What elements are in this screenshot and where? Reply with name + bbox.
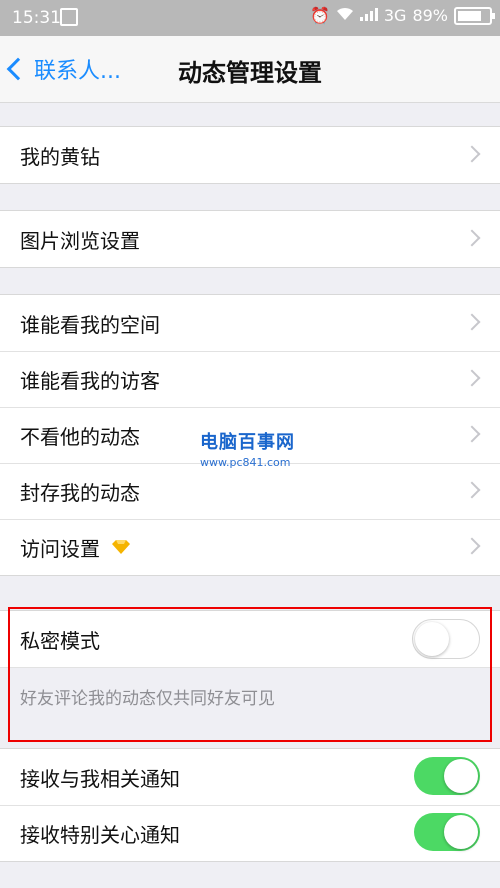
row-label: 接收与我相关通知 xyxy=(20,766,180,791)
watermark-url: www.pc841.com xyxy=(200,456,291,469)
status-right: ⏰ 3G 89% xyxy=(309,6,495,25)
row-label: 图片浏览设置 xyxy=(20,228,140,253)
nav-bar: 联系人... 动态管理设置 xyxy=(0,36,500,103)
group-image-settings: 图片浏览设置 xyxy=(0,210,500,268)
battery-percent: 89% xyxy=(412,6,448,25)
toggle-knob xyxy=(415,622,449,656)
chevron-right-icon xyxy=(463,481,481,499)
row-label: 不看他的动态 xyxy=(20,424,140,449)
row-my-yellow-diamond[interactable]: 我的黄钻 xyxy=(0,127,500,183)
screenshot-icon xyxy=(60,8,78,26)
toggle-knob xyxy=(444,759,478,793)
group-yellow-diamond: 我的黄钻 xyxy=(0,126,500,184)
special-care-notifications-toggle[interactable] xyxy=(414,813,480,851)
chevron-right-icon xyxy=(463,425,481,443)
watermark-title: 电脑百事网 xyxy=(200,432,295,453)
status-bar: 15:31 ⏰ 3G 89% xyxy=(0,0,500,36)
row-archive-my-feed[interactable]: 封存我的动态 xyxy=(0,463,500,519)
row-private-mode: 私密模式 xyxy=(0,611,500,667)
related-notifications-toggle[interactable] xyxy=(414,757,480,795)
chevron-right-icon xyxy=(463,145,481,163)
row-label: 接收特别关心通知 xyxy=(20,822,180,847)
row-access-settings[interactable]: 访问设置 xyxy=(0,519,500,575)
row-label: 谁能看我的空间 xyxy=(20,312,160,337)
wifi-icon xyxy=(336,6,354,25)
alarm-icon: ⏰ xyxy=(309,6,330,25)
watermark: 电脑百事网 www.pc841.com xyxy=(200,428,295,469)
signal-icon xyxy=(359,6,378,25)
yellow-diamond-icon xyxy=(112,540,130,554)
row-label: 私密模式 xyxy=(20,628,100,653)
row-label: 谁能看我的访客 xyxy=(20,368,160,393)
chevron-right-icon xyxy=(463,537,481,555)
battery-icon xyxy=(454,6,495,25)
row-special-care-notifications: 接收特别关心通知 xyxy=(0,805,500,861)
row-label: 访问设置 xyxy=(20,536,100,561)
row-label: 我的黄钻 xyxy=(20,144,100,169)
private-mode-toggle[interactable] xyxy=(412,619,480,659)
group-private-mode: 私密模式 好友评论我的动态仅共同好友可见 xyxy=(0,610,500,724)
row-related-notifications: 接收与我相关通知 xyxy=(0,749,500,805)
page-title: 动态管理设置 xyxy=(178,59,322,87)
chevron-right-icon xyxy=(463,369,481,387)
row-who-can-see-visitors[interactable]: 谁能看我的访客 xyxy=(0,351,500,407)
chevron-right-icon xyxy=(463,229,481,247)
private-mode-description: 好友评论我的动态仅共同好友可见 xyxy=(0,667,500,724)
toggle-knob xyxy=(444,815,478,849)
battery-fill xyxy=(458,10,481,21)
row-image-browse-settings[interactable]: 图片浏览设置 xyxy=(0,211,500,267)
group-notifications: 接收与我相关通知 接收特别关心通知 xyxy=(0,748,500,862)
network-type: 3G xyxy=(383,6,407,25)
chevron-right-icon xyxy=(463,313,481,331)
row-label: 封存我的动态 xyxy=(20,480,140,505)
row-who-can-see-space[interactable]: 谁能看我的空间 xyxy=(0,295,500,351)
status-time: 15:31 xyxy=(12,8,61,28)
